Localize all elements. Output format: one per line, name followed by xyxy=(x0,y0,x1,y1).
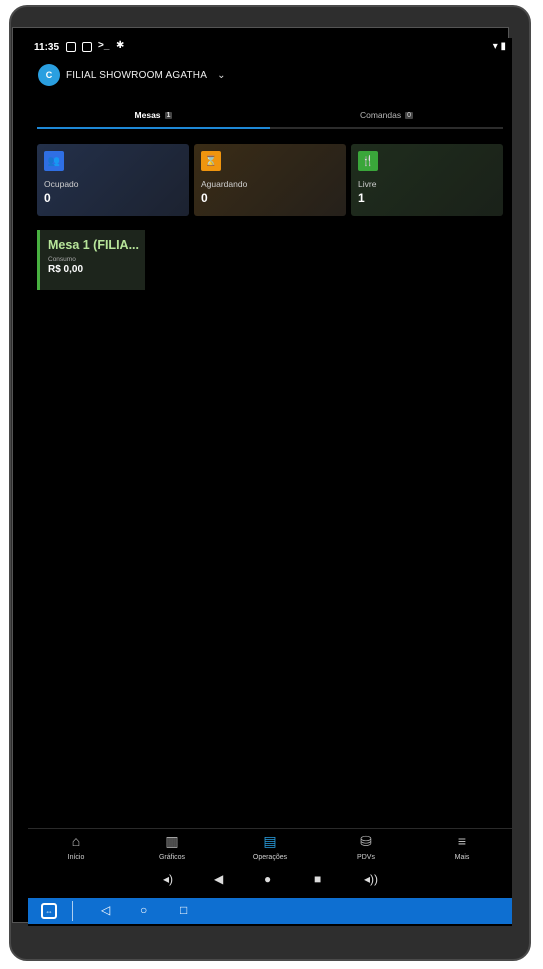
tab-bar: Mesas 1 Comandas 0 xyxy=(37,102,503,130)
branch-selector[interactable]: C FILIAL SHOWROOM AGATHA ⌄ xyxy=(38,64,225,86)
wifi-battery-icon: ▾ ▮ xyxy=(492,41,506,52)
terminal-icon: >_ xyxy=(98,40,110,51)
teamviewer-status-icon-2 xyxy=(82,42,92,52)
status-card-livre[interactable]: 🍴 Livre 1 xyxy=(351,144,503,216)
card-value: 1 xyxy=(358,191,365,205)
tab-label: Mesas xyxy=(134,110,161,120)
nav-label: Gráficos xyxy=(158,854,186,861)
settings-status-icon: ✱ xyxy=(116,40,125,51)
remote-home-icon[interactable]: ○ xyxy=(140,903,147,917)
back-icon[interactable]: ◀ xyxy=(214,872,223,886)
nav-item-graficos[interactable]: ▥ Gráficos xyxy=(124,833,220,869)
nav-label: Operações xyxy=(252,854,288,861)
table-name: Mesa 1 (FILIA... xyxy=(48,238,139,252)
tab-count-badge: 0 xyxy=(405,111,413,119)
status-bar: 11:35 >_ ✱ ▾ ▮ xyxy=(28,38,512,58)
tab-active-indicator xyxy=(37,127,270,129)
teamviewer-bar: ⇔ ◁ ○ □ xyxy=(28,898,512,924)
chart-icon: ▥ xyxy=(165,833,179,849)
consumption-label: Consumo xyxy=(48,256,76,263)
chevron-down-icon: ⌄ xyxy=(217,69,226,81)
cutlery-icon: 🍴 xyxy=(358,151,378,171)
people-icon: 👥 xyxy=(44,151,64,171)
divider xyxy=(72,901,73,921)
card-label: Aguardando xyxy=(201,179,248,189)
clock: 11:35 xyxy=(34,42,60,53)
home-icon: ⌂ xyxy=(71,833,81,849)
nav-label: Mais xyxy=(454,854,470,861)
card-label: Ocupado xyxy=(44,179,79,189)
nav-item-operacoes[interactable]: ▤ Operações xyxy=(222,833,318,869)
hourglass-icon: ⌛ xyxy=(201,151,221,171)
branch-name: FILIAL SHOWROOM AGATHA xyxy=(66,69,208,81)
teamviewer-logo-icon[interactable]: ⇔ xyxy=(41,903,57,919)
volume-up-icon[interactable]: ◂)) xyxy=(364,872,378,886)
card-value: 0 xyxy=(201,191,208,205)
nav-label: Início xyxy=(67,854,85,861)
bottom-navigation: ⌂ Início ▥ Gráficos ▤ Operações ⛁ PDVs ≡… xyxy=(28,828,512,870)
remote-back-icon[interactable]: ◁ xyxy=(101,903,110,917)
home-button-icon[interactable]: ● xyxy=(264,872,271,886)
app-logo: C xyxy=(38,64,60,86)
app-screen: 11:35 >_ ✱ ▾ ▮ C FILIAL SHOWROOM AGATHA … xyxy=(28,38,512,926)
table-card-mesa-1[interactable]: Mesa 1 (FILIA... Consumo R$ 0,00 xyxy=(37,230,145,290)
tab-comandas[interactable]: Comandas 0 xyxy=(270,102,503,128)
system-navigation: ◂) ◀ ● ■ ◂)) xyxy=(28,870,512,894)
remote-recents-icon[interactable]: □ xyxy=(180,903,187,917)
status-card-ocupado[interactable]: 👥 Ocupado 0 xyxy=(37,144,189,216)
consumption-value: R$ 0,00 xyxy=(48,264,84,275)
nav-item-mais[interactable]: ≡ Mais xyxy=(414,833,510,869)
recents-icon[interactable]: ■ xyxy=(314,872,321,886)
nav-item-pdvs[interactable]: ⛁ PDVs xyxy=(318,833,414,869)
menu-icon: ≡ xyxy=(457,833,467,849)
nav-label: PDVs xyxy=(357,854,375,861)
volume-down-icon[interactable]: ◂) xyxy=(163,872,173,886)
status-cards: 👥 Ocupado 0 ⌛ Aguardando 0 🍴 Livre 1 xyxy=(37,144,503,216)
card-label: Livre xyxy=(358,179,377,189)
status-card-aguardando[interactable]: ⌛ Aguardando 0 xyxy=(194,144,346,216)
teamviewer-status-icon xyxy=(66,42,76,52)
tab-mesas[interactable]: Mesas 1 xyxy=(37,102,270,128)
pos-icon: ⛁ xyxy=(360,833,372,849)
nav-item-inicio[interactable]: ⌂ Início xyxy=(28,833,124,869)
tab-count-badge: 1 xyxy=(164,111,173,119)
card-value: 0 xyxy=(44,191,51,205)
store-icon: ▤ xyxy=(263,833,277,849)
tab-label: Comandas xyxy=(359,110,402,120)
